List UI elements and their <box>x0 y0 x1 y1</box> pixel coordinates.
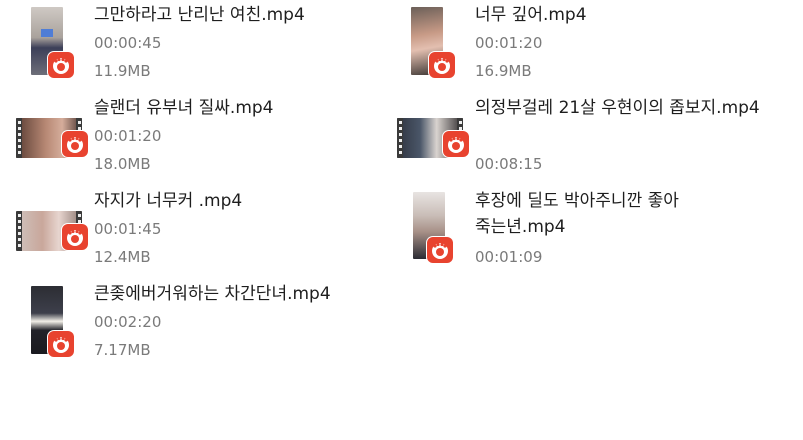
file-item[interactable]: 슬랜더 유부녀 질싸.mp4 00:01:20 18.0MB <box>14 98 386 182</box>
file-size: 11.9MB <box>94 62 151 80</box>
file-duration: 00:00:45 <box>94 34 162 52</box>
file-duration: 00:01:20 <box>475 34 543 52</box>
file-item[interactable]: 의정부걸레 21살 우현이의 좁보지.mp4 00:08:15 <box>395 98 767 182</box>
file-item[interactable]: 자지가 너무커 .mp4 00:01:45 12.4MB <box>14 191 386 275</box>
video-thumbnail <box>14 98 90 178</box>
video-thumbnail <box>395 191 471 271</box>
file-name: 그만하라고 난리난 여친.mp4 <box>94 5 305 25</box>
video-app-icon <box>62 224 88 250</box>
video-thumbnail <box>14 284 90 364</box>
file-name: 자지가 너무커 .mp4 <box>94 191 243 211</box>
file-item[interactable]: 큰좆에버거워하는 차간단녀.mp4 00:02:20 7.17MB <box>14 284 386 368</box>
file-duration: 00:01:20 <box>94 127 162 145</box>
file-size: 18.0MB <box>94 155 151 173</box>
file-name: 큰좆에버거워하는 차간단녀.mp4 <box>94 284 331 304</box>
file-size: 16.9MB <box>475 62 532 80</box>
file-name: 슬랜더 유부녀 질싸.mp4 <box>94 98 274 118</box>
file-name: 후장에 딜도 박아주니깐 좋아 죽는년.mp4 <box>475 191 679 237</box>
file-name: 의정부걸레 21살 우현이의 좁보지.mp4 <box>475 98 760 118</box>
file-duration: 00:01:45 <box>94 220 162 238</box>
file-grid: 그만하라고 난리난 여친.mp4 00:00:45 11.9MB 너무 깊어.m… <box>0 0 803 440</box>
file-item[interactable]: 후장에 딜도 박아주니깐 좋아 죽는년.mp4 00:01:09 <box>395 191 767 275</box>
file-duration: 00:02:20 <box>94 313 162 331</box>
video-app-icon <box>429 52 455 78</box>
video-app-icon <box>48 331 74 357</box>
file-duration: 00:01:09 <box>475 248 543 266</box>
video-app-icon <box>443 131 469 157</box>
video-app-icon <box>48 52 74 78</box>
file-name: 너무 깊어.mp4 <box>475 5 587 25</box>
video-app-icon <box>427 237 453 263</box>
file-size: 7.17MB <box>94 341 151 359</box>
file-item[interactable]: 너무 깊어.mp4 00:01:20 16.9MB <box>395 5 767 89</box>
video-thumbnail <box>395 5 471 85</box>
file-duration: 00:08:15 <box>475 155 543 173</box>
file-item[interactable]: 그만하라고 난리난 여친.mp4 00:00:45 11.9MB <box>14 5 386 89</box>
video-app-icon <box>62 131 88 157</box>
video-thumbnail <box>395 98 471 178</box>
video-thumbnail <box>14 191 90 271</box>
file-size: 12.4MB <box>94 248 151 266</box>
video-thumbnail <box>14 5 90 85</box>
